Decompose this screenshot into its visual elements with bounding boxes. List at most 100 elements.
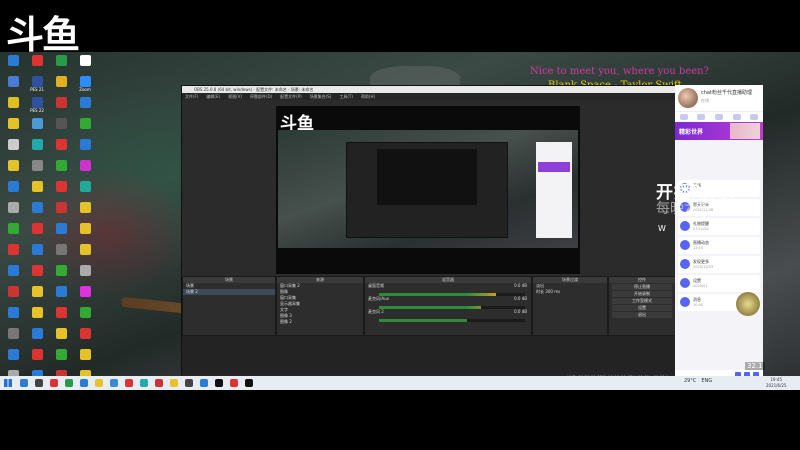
desktop-shortcut[interactable]	[2, 327, 24, 347]
taskbar-app-icon[interactable]	[230, 379, 238, 387]
chat-list-item[interactable]: 设置 2020/01	[678, 275, 760, 292]
taskbar-app-icon[interactable]	[185, 379, 193, 387]
control-button[interactable]: 工作室模式	[612, 298, 672, 304]
tab-icon[interactable]	[750, 114, 759, 120]
menu-item[interactable]: 工具(T)	[339, 94, 353, 99]
desktop-shortcut[interactable]	[26, 243, 48, 263]
input-lang[interactable]: ENG	[701, 378, 712, 384]
volume-meter[interactable]	[379, 319, 525, 322]
desktop-shortcut[interactable]	[26, 117, 48, 137]
menu-item[interactable]: 停靠部件(D)	[250, 94, 272, 99]
desktop-shortcut[interactable]	[50, 117, 72, 137]
desktop-shortcut[interactable]	[2, 159, 24, 179]
desktop-shortcut[interactable]	[26, 54, 48, 74]
desktop-shortcut[interactable]	[26, 306, 48, 326]
taskbar-app-icon[interactable]	[170, 379, 178, 387]
menu-item[interactable]: 视图(V)	[228, 94, 242, 99]
control-button[interactable]: 开始录制	[612, 291, 672, 297]
volume-meter[interactable]	[379, 293, 525, 296]
menu-item[interactable]: 编辑(E)	[206, 94, 220, 99]
weather-text[interactable]: 29°C	[684, 378, 696, 384]
taskbar-app-icon[interactable]	[95, 379, 103, 387]
desktop-shortcut[interactable]	[50, 264, 72, 284]
taskbar-app-icon[interactable]	[50, 379, 58, 387]
desktop-shortcut[interactable]	[50, 327, 72, 347]
desktop-shortcut[interactable]	[50, 138, 72, 158]
menu-item[interactable]: 配置文件(P)	[280, 94, 302, 99]
desktop-shortcut[interactable]	[74, 117, 96, 137]
desktop-shortcut[interactable]	[74, 201, 96, 221]
control-button[interactable]: 退出	[612, 312, 672, 318]
desktop-shortcut[interactable]	[50, 180, 72, 200]
desktop-shortcut[interactable]	[26, 159, 48, 179]
desktop-shortcut[interactable]	[50, 285, 72, 305]
desktop-shortcut[interactable]	[50, 306, 72, 326]
desktop-shortcut[interactable]	[2, 348, 24, 368]
chat-list-item[interactable]: 礼物提醒 27/12/20	[678, 218, 760, 235]
duration-row[interactable]: 时长 300 ms	[533, 289, 607, 295]
desktop-shortcut[interactable]	[74, 159, 96, 179]
duration-value[interactable]: 300 ms	[545, 289, 560, 294]
desktop-shortcut[interactable]	[2, 96, 24, 116]
list-item[interactable]: 场景 2	[183, 289, 275, 295]
obs-title-bar[interactable]: OBS 25.0.8 (64 bit, windows) - 配置文件: 未命名…	[182, 86, 676, 93]
taskbar-app-icon[interactable]	[215, 379, 223, 387]
desktop-shortcut[interactable]	[26, 264, 48, 284]
tab-icon[interactable]	[697, 114, 706, 120]
desktop-shortcut[interactable]	[74, 96, 96, 116]
clock[interactable]: 19:45 2021/6/25	[766, 377, 787, 389]
taskbar-app-icon[interactable]	[35, 379, 43, 387]
desktop-shortcut[interactable]: PES 22	[26, 96, 48, 116]
desktop-shortcut[interactable]	[26, 285, 48, 305]
tab-icon[interactable]	[679, 114, 688, 120]
desktop-shortcut[interactable]	[2, 306, 24, 326]
obs-menu-bar[interactable]: 文件(F) 编辑(E) 视图(V) 停靠部件(D) 配置文件(P) 场景集合(S) 工具(T…	[182, 93, 676, 100]
volume-meter[interactable]	[379, 306, 525, 309]
start-button[interactable]	[4, 379, 12, 387]
desktop-shortcut[interactable]	[2, 201, 24, 221]
desktop-shortcut[interactable]	[50, 222, 72, 242]
chat-list-item[interactable]: 发现更多 2020/12/03	[678, 256, 760, 273]
desktop-shortcut[interactable]	[50, 348, 72, 368]
taskbar-app-icon[interactable]	[155, 379, 163, 387]
obs-window[interactable]: OBS 25.0.8 (64 bit, windows) - 配置文件: 未命名…	[181, 85, 677, 382]
obs-preview[interactable]: 斗鱼	[276, 106, 580, 274]
control-button[interactable]: 停止直播	[612, 284, 672, 290]
menu-item[interactable]: 场景集合(S)	[310, 94, 332, 99]
desktop-shortcut[interactable]	[74, 264, 96, 284]
mixer-channel[interactable]: 麦克风 2 0.0 dB	[365, 309, 531, 315]
desktop-shortcut[interactable]	[2, 180, 24, 200]
avatar[interactable]	[678, 88, 698, 108]
desktop-shortcut[interactable]	[2, 243, 24, 263]
desktop-shortcut[interactable]	[2, 117, 24, 137]
desktop-shortcut[interactable]	[2, 285, 24, 305]
desktop-shortcut[interactable]: PES 21	[26, 75, 48, 95]
tab-icon[interactable]	[732, 114, 741, 120]
list-item[interactable]: 图像 2	[277, 319, 363, 325]
desktop-shortcut[interactable]	[74, 222, 96, 242]
desktop-shortcut[interactable]	[50, 54, 72, 74]
desktop-shortcut[interactable]	[74, 348, 96, 368]
control-button[interactable]: 设置	[612, 305, 672, 311]
promo-banner[interactable]: 精彩世界	[675, 122, 763, 140]
chat-list-item[interactable]: 直播动态 12:15	[678, 237, 760, 254]
desktop-shortcut[interactable]	[26, 327, 48, 347]
desktop-shortcut[interactable]	[50, 96, 72, 116]
menu-item[interactable]: 帮助(H)	[361, 94, 375, 99]
mixer-channel[interactable]: 麦克风/Aux 0.0 dB	[365, 296, 531, 302]
taskbar-app-icon[interactable]	[110, 379, 118, 387]
taskbar-app-icon[interactable]	[140, 379, 148, 387]
desktop-shortcut[interactable]	[74, 327, 96, 347]
tab-icon[interactable]	[714, 114, 723, 120]
taskbar-app-icon[interactable]	[80, 379, 88, 387]
mixer-channel[interactable]: 桌面音频 0.0 dB	[365, 283, 531, 289]
desktop-shortcut[interactable]	[2, 54, 24, 74]
desktop-shortcut[interactable]	[74, 285, 96, 305]
menu-item[interactable]: 文件(F)	[185, 94, 198, 99]
taskbar-app-icon[interactable]	[20, 379, 28, 387]
desktop-shortcut[interactable]	[26, 201, 48, 221]
taskbar-app-icon[interactable]	[65, 379, 73, 387]
desktop-shortcut[interactable]	[26, 138, 48, 158]
taskbar-app-icon[interactable]	[200, 379, 208, 387]
desktop-shortcut[interactable]	[2, 138, 24, 158]
